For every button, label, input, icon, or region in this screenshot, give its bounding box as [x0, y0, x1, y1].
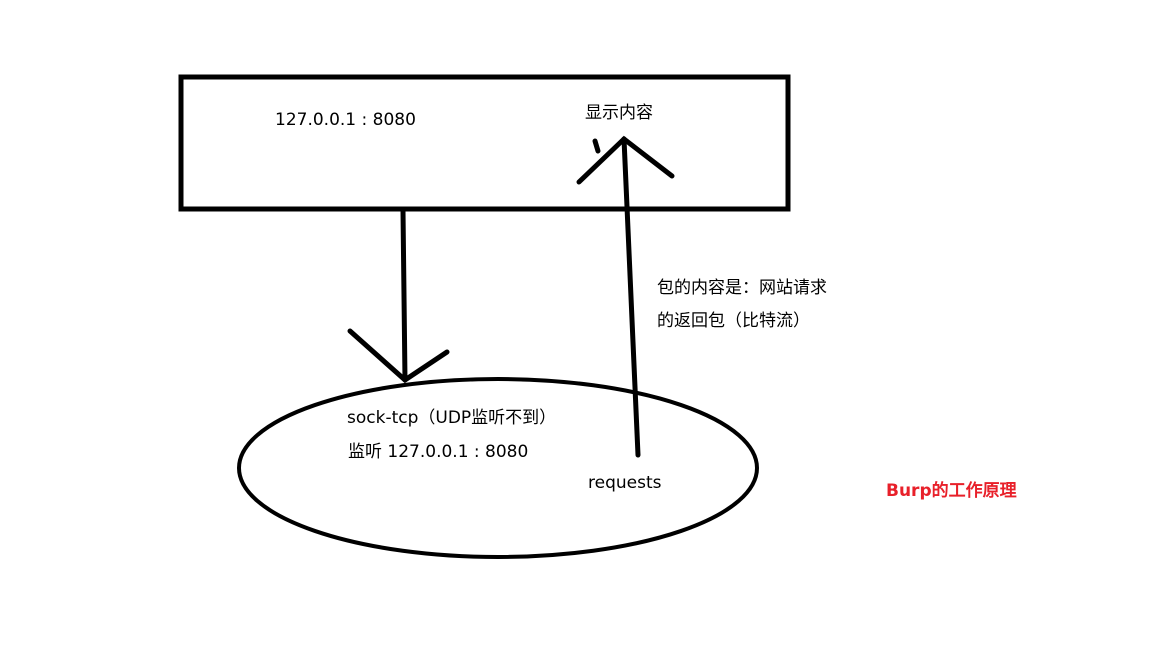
down-arrow — [347, 208, 450, 384]
diagram-canvas — [178, 74, 791, 559]
ellipse-line2: 监听 127.0.0.1 : 8080 — [348, 442, 529, 462]
requests-label: requests — [588, 473, 662, 493]
ellipse-line1: sock-tcp（UDP监听不到） — [347, 408, 557, 428]
browser-box — [178, 74, 791, 212]
diagram-title: Burp的工作原理 — [886, 481, 1017, 501]
packet-note-line2: 的返回包（比特流） — [657, 311, 810, 331]
box-address-label: 127.0.0.1 : 8080 — [275, 110, 416, 130]
box-display-label: 显示内容 — [585, 103, 653, 123]
packet-note-line1: 包的内容是：网站请求 — [657, 278, 827, 298]
listener-ellipse — [237, 377, 759, 559]
